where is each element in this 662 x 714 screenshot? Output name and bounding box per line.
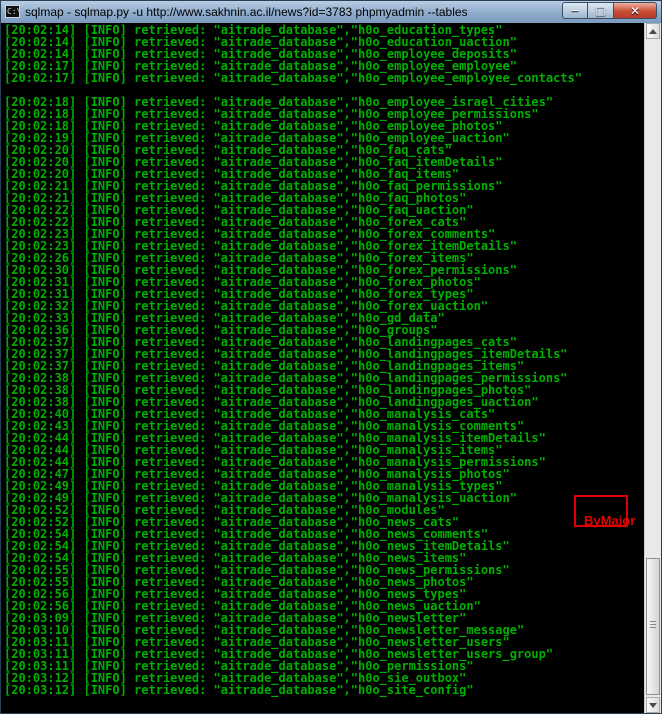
terminal-line: [20:03:12] [INFO] retrieved: "aitrade_da… bbox=[4, 683, 474, 697]
triangle-down-icon bbox=[649, 702, 657, 708]
thumb-grip-line bbox=[650, 627, 656, 628]
watermark-text: ByMajor bbox=[584, 513, 636, 528]
close-button[interactable]: ✕ bbox=[614, 2, 657, 19]
vertical-scrollbar[interactable] bbox=[644, 23, 661, 713]
scroll-up-arrow-icon[interactable] bbox=[646, 23, 660, 39]
command-prompt-icon: C:\ bbox=[5, 5, 20, 18]
scroll-thumb[interactable] bbox=[646, 558, 660, 695]
thumb-grip-line bbox=[650, 621, 656, 622]
window-controls: − □ ✕ bbox=[562, 2, 657, 20]
terminal-output[interactable]: [20:02:14] [INFO] retrieved: "aitrade_da… bbox=[4, 24, 642, 710]
window-title: sqlmap - sqlmap.py -u http://www.sakhnin… bbox=[25, 5, 468, 19]
window-titlebar[interactable]: C:\ sqlmap - sqlmap.py -u http://www.sak… bbox=[1, 1, 661, 23]
terminal-frame: [20:02:14] [INFO] retrieved: "aitrade_da… bbox=[1, 23, 661, 713]
minimize-button[interactable]: − bbox=[562, 2, 588, 19]
thumb-grip-line bbox=[650, 624, 656, 625]
scroll-down-arrow-icon[interactable] bbox=[646, 697, 660, 713]
triangle-up-icon bbox=[649, 28, 657, 34]
terminal-line: [20:02:17] [INFO] retrieved: "aitrade_da… bbox=[4, 71, 582, 85]
console-window: C:\ sqlmap - sqlmap.py -u http://www.sak… bbox=[0, 0, 662, 714]
maximize-button[interactable]: □ bbox=[588, 2, 614, 19]
